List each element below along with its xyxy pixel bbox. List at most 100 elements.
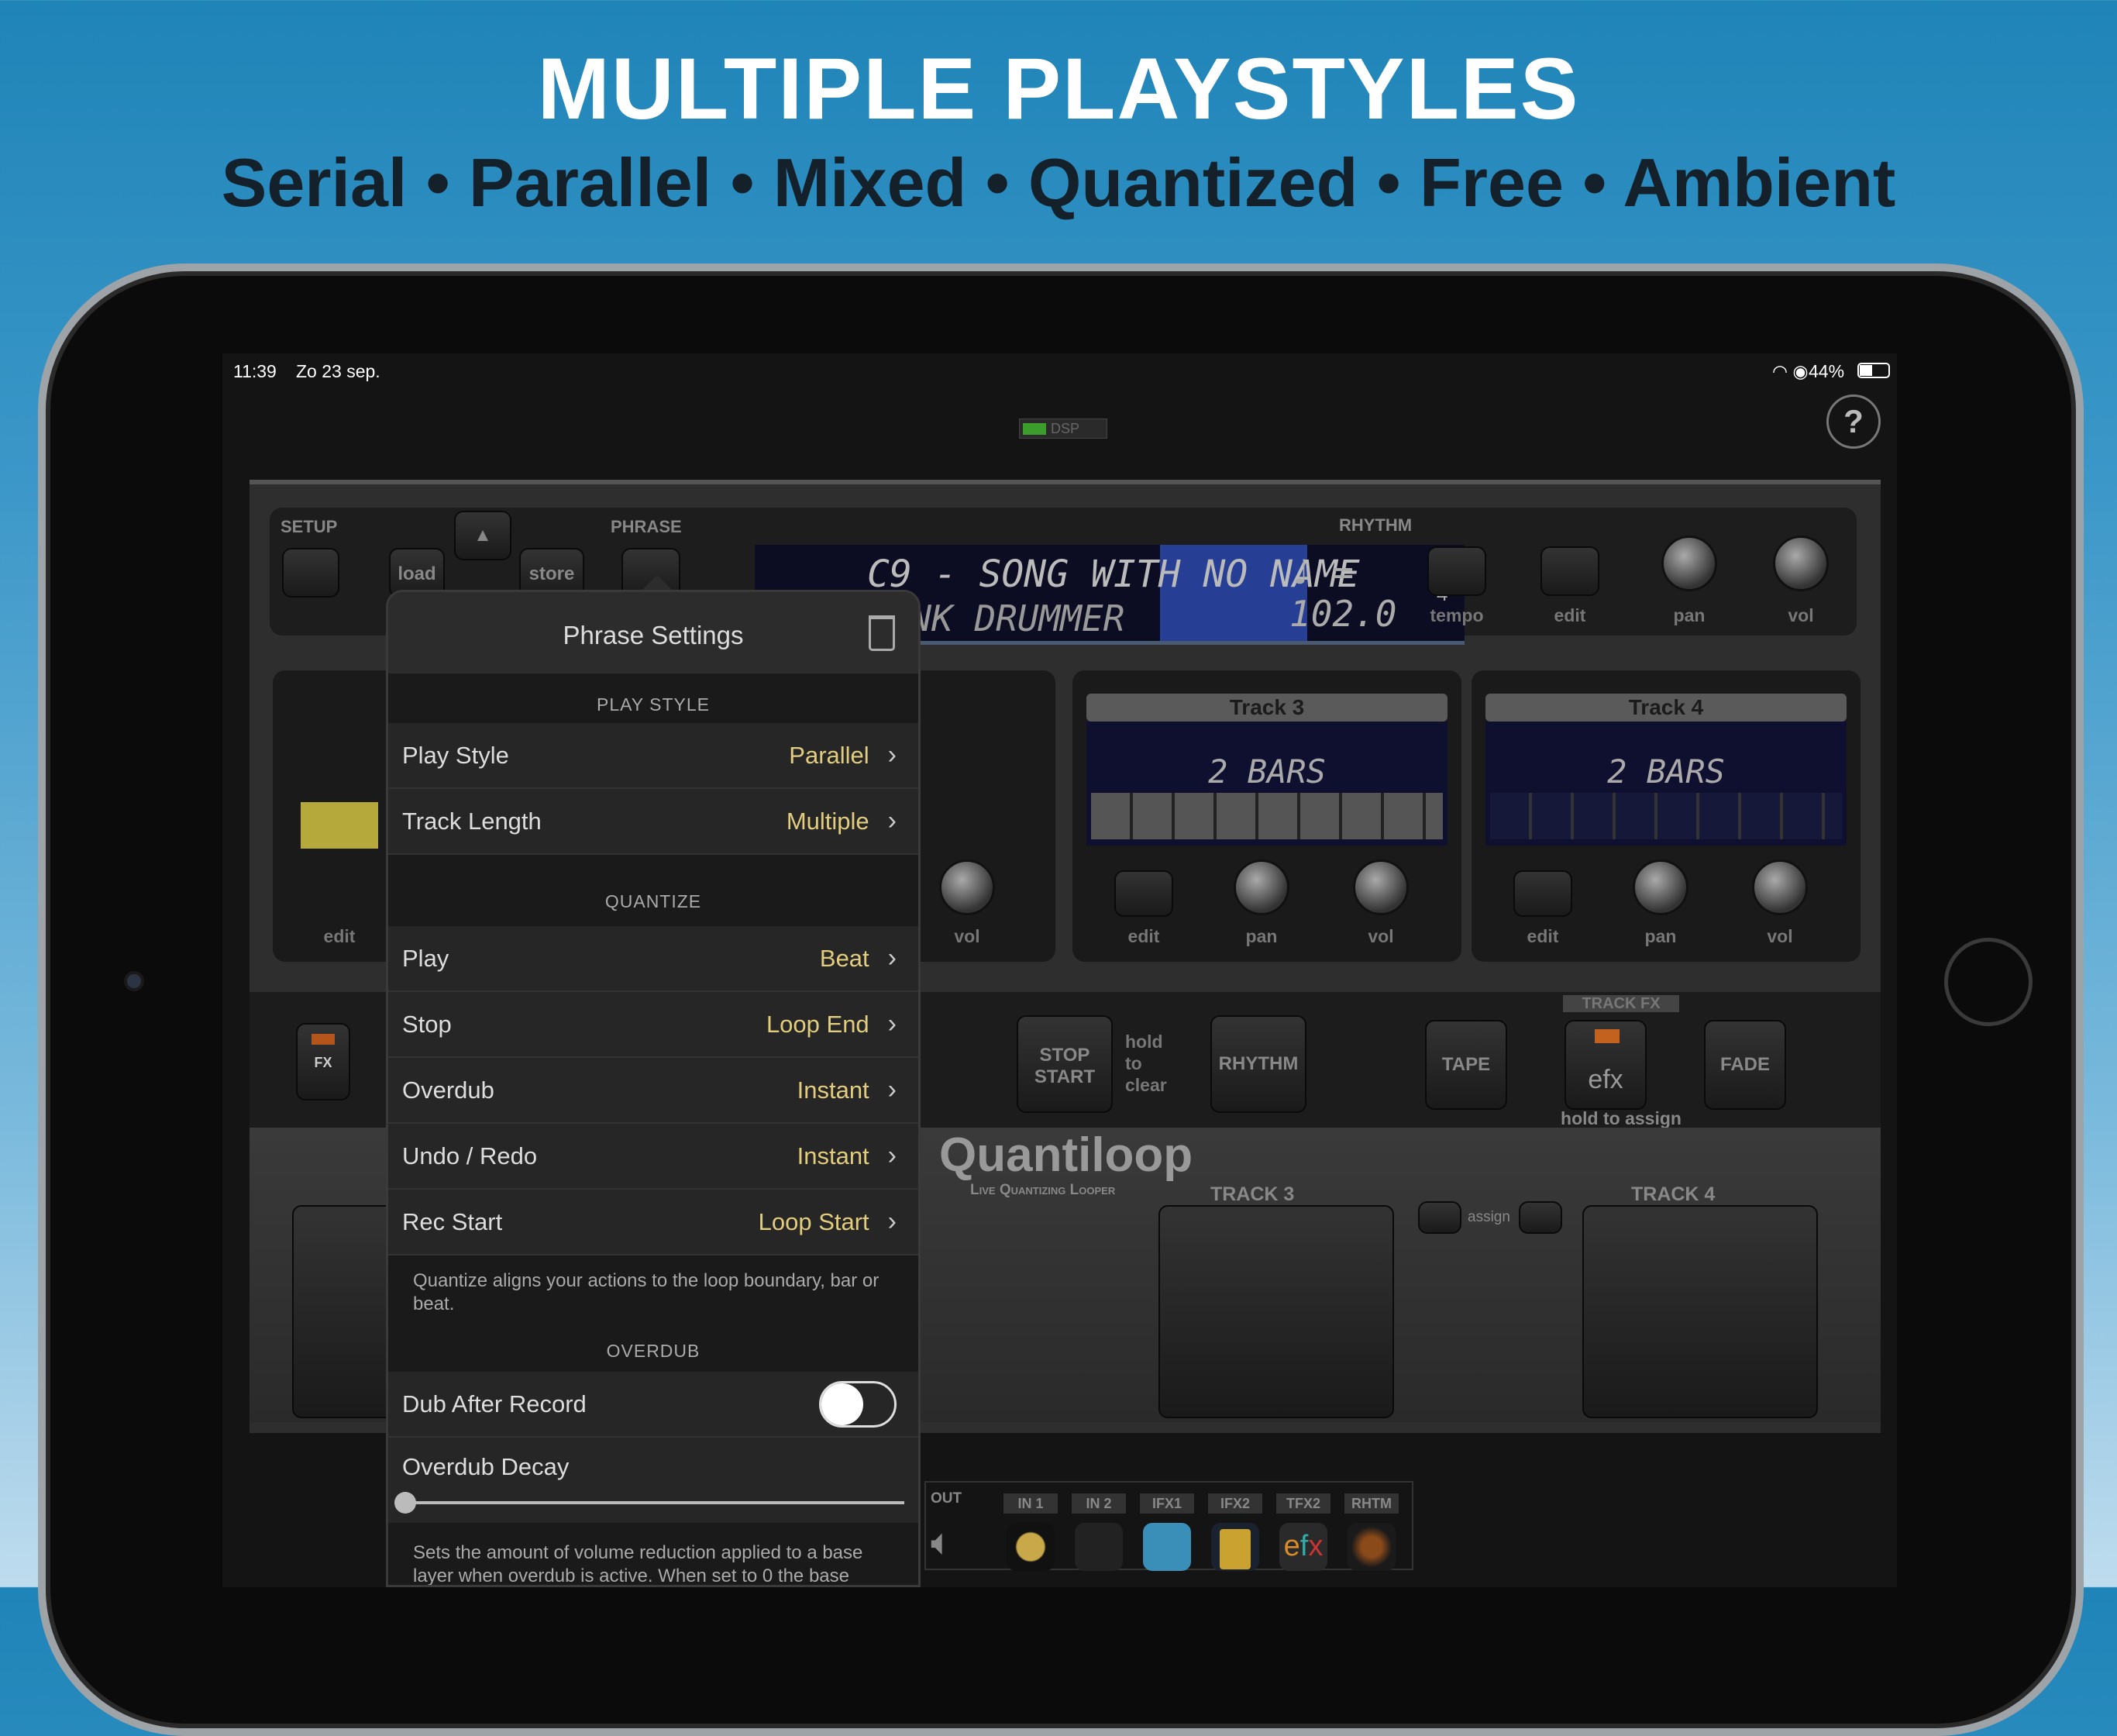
track4-edit-label: edit [1527, 926, 1559, 946]
row-track-length[interactable]: Track Length Multiple › [388, 789, 918, 855]
efx-button[interactable]: efx [1565, 1020, 1647, 1110]
fade-button[interactable]: FADE [1704, 1020, 1786, 1110]
in2-app-icon[interactable] [1075, 1523, 1123, 1571]
section-play-style: PLAY STYLE [388, 673, 918, 723]
chevron-right-icon: › [887, 740, 897, 770]
slot-tfx2-label: TFX2 [1276, 1493, 1330, 1514]
song-name: C9 - SONG WITH NO NAME [867, 553, 1360, 596]
home-button[interactable] [1944, 938, 2033, 1026]
hold-to-clear-label: hold to clear [1125, 1032, 1167, 1095]
row-label: Play Style [402, 741, 509, 769]
efx-label: efx [1588, 1065, 1623, 1094]
row-label: Play [402, 944, 449, 972]
row-value: Multiple [786, 807, 869, 835]
track1-waveform [301, 802, 378, 849]
input-fx-button[interactable]: FX [296, 1023, 350, 1100]
rhythm-pan-label: pan [1673, 605, 1706, 625]
rhythm-button[interactable]: RHYTHM [1210, 1015, 1306, 1113]
track3-pan-knob[interactable] [1234, 859, 1289, 915]
slot-ifx1-label: IFX1 [1140, 1493, 1194, 1514]
status-time: 11:39 [233, 361, 277, 381]
overdub-decay-slider[interactable] [394, 1492, 904, 1514]
in1-app-icon[interactable] [1007, 1523, 1055, 1571]
tape-button[interactable]: TAPE [1425, 1020, 1507, 1110]
rhtm-app-icon[interactable] [1348, 1523, 1396, 1571]
rhythm-vol-label: vol [1788, 605, 1814, 625]
slider-thumb[interactable] [394, 1492, 417, 1514]
row-value: Instant [797, 1076, 869, 1104]
section-quantize: QUANTIZE [388, 855, 918, 926]
chevron-right-icon: › [887, 1207, 897, 1236]
track3-edit-button[interactable] [1114, 870, 1173, 917]
banner-subtitle: Serial • Parallel • Mixed • Quantized • … [221, 144, 1896, 221]
track2-vol-knob[interactable] [939, 859, 995, 915]
rhythm-label: RHYTHM [1339, 515, 1413, 535]
ifx2-app-icon[interactable] [1211, 1523, 1259, 1571]
rhythm-edit-button[interactable] [1540, 546, 1599, 596]
track4-vol-label: vol [1767, 926, 1793, 946]
track-panel-3: Track 3 2 BARS edit pan vol [1072, 670, 1461, 962]
row-overdub-decay: Overdub Decay [388, 1438, 918, 1523]
speaker-icon[interactable]: 🔈︎ [931, 1521, 953, 1565]
row-label: Track Length [402, 807, 542, 835]
track4-pedal-label: TRACK 4 [1631, 1183, 1716, 1205]
row-quantize-stop[interactable]: Stop Loop End › [388, 992, 918, 1058]
wifi-icon: ◠ ◉ [1772, 361, 1809, 381]
chevron-right-icon: › [887, 1075, 897, 1104]
out-label: OUT [931, 1490, 962, 1507]
slot-in1-label: IN 1 [1003, 1493, 1058, 1514]
status-date: Zo 23 sep. [296, 361, 380, 381]
track4-vol-knob[interactable] [1752, 859, 1808, 915]
dub-after-record-toggle[interactable] [819, 1380, 897, 1428]
row-label: Undo / Redo [402, 1142, 538, 1169]
row-quantize-rec-start[interactable]: Rec Start Loop Start › [388, 1190, 918, 1256]
assign-left-button[interactable] [1418, 1201, 1461, 1234]
tempo-button[interactable] [1427, 546, 1486, 596]
phrase-settings-popover: Phrase Settings PLAY STYLE Play Style Par… [386, 590, 921, 1587]
up-arrow-button[interactable]: ▲ [454, 511, 511, 560]
setup-button[interactable] [282, 548, 339, 598]
row-label: Overdub Decay [402, 1453, 570, 1480]
rhythm-vol-knob[interactable] [1773, 536, 1829, 591]
track4-pan-knob[interactable] [1633, 859, 1688, 915]
ifx1-app-icon[interactable] [1143, 1523, 1191, 1571]
tempo-label: tempo [1430, 605, 1484, 625]
help-button[interactable]: ? [1826, 394, 1881, 449]
row-label: Stop [402, 1010, 452, 1038]
dsp-label: DSP [1051, 421, 1080, 436]
battery-icon [1857, 363, 1890, 378]
row-value: Loop Start [758, 1207, 869, 1235]
row-label: Rec Start [402, 1207, 503, 1235]
row-label: Dub After Record [402, 1390, 587, 1417]
track4-pedal[interactable] [1582, 1205, 1818, 1418]
logo-tagline: Live Quantizing Looper [970, 1182, 1116, 1198]
track3-display: 2 BARS [1086, 722, 1447, 846]
row-quantize-play[interactable]: Play Beat › [388, 926, 918, 992]
track3-vol-label: vol [1368, 926, 1394, 946]
tfx2-app-icon[interactable]: efx [1279, 1523, 1327, 1571]
slot-in2-label: IN 2 [1072, 1493, 1126, 1514]
phrase-label: PHRASE [611, 517, 682, 536]
row-play-style[interactable]: Play Style Parallel › [388, 723, 918, 789]
track4-name: Track 4 [1485, 694, 1847, 722]
track3-pedal[interactable] [1158, 1205, 1394, 1418]
row-value: Instant [797, 1142, 869, 1169]
rhythm-edit-label: edit [1554, 605, 1586, 625]
assign-right-button[interactable] [1519, 1201, 1562, 1234]
stop-start-button[interactable]: STOP START [1017, 1015, 1113, 1113]
row-label: Overdub [402, 1076, 494, 1104]
row-quantize-undo-redo[interactable]: Undo / Redo Instant › [388, 1124, 918, 1190]
track3-vol-knob[interactable] [1353, 859, 1409, 915]
row-quantize-overdub[interactable]: Overdub Instant › [388, 1058, 918, 1124]
track4-display: 2 BARS [1485, 722, 1847, 846]
track3-name: Track 3 [1086, 694, 1447, 722]
trash-icon[interactable] [869, 615, 895, 651]
rhythm-pan-knob[interactable] [1661, 536, 1717, 591]
banner-title: MULTIPLE PLAYSTYLES [537, 40, 1580, 137]
quantiloop-logo: Quantiloop [939, 1128, 1193, 1182]
track3-edit-label: edit [1127, 926, 1160, 946]
track3-pan-label: pan [1245, 926, 1278, 946]
track4-edit-button[interactable] [1513, 870, 1572, 917]
popover-title: Phrase Settings [563, 621, 744, 649]
slot-ifx2-label: IFX2 [1208, 1493, 1262, 1514]
